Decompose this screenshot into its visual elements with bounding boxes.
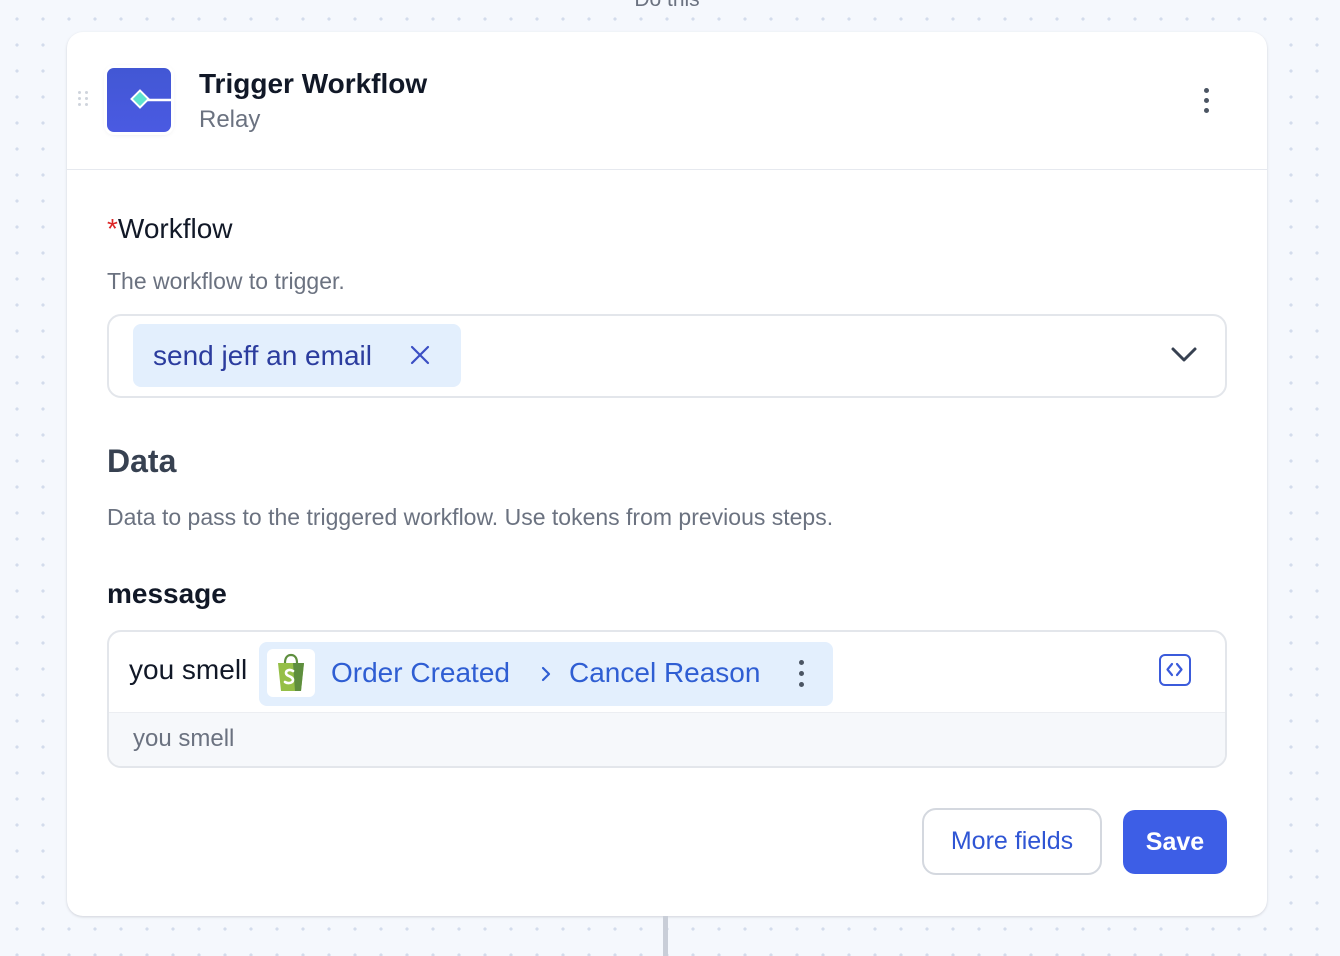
step-card: Trigger Workflow Relay *Workflow The wor… (67, 32, 1267, 916)
selected-workflow-label: send jeff an email (153, 340, 372, 371)
code-toggle-button[interactable] (1159, 654, 1191, 686)
message-preview: you smell (109, 712, 1225, 766)
relay-diamond-icon (130, 89, 171, 109)
workflow-select[interactable]: send jeff an email (107, 314, 1227, 398)
workflow-field-description: The workflow to trigger. (107, 268, 345, 294)
token-pill[interactable]: Order Created Cancel Reason (259, 642, 833, 706)
data-section-heading: Data (107, 443, 177, 479)
chevron-right-icon (539, 664, 553, 684)
shopify-bag-icon (267, 649, 315, 697)
relay-app-icon (107, 68, 171, 132)
message-field-label: message (107, 578, 227, 609)
message-plain-text: you smell (129, 654, 248, 685)
token-menu-button[interactable] (789, 656, 813, 692)
close-icon[interactable] (407, 342, 433, 368)
token-source-label: Order Created (331, 657, 510, 688)
data-section-description: Data to pass to the triggered workflow. … (107, 504, 834, 530)
code-brackets-icon (1166, 662, 1183, 677)
message-preview-text: you smell (133, 725, 235, 752)
more-fields-button[interactable]: More fields (922, 808, 1102, 875)
workflow-label-text: Workflow (117, 213, 233, 244)
required-marker: * (107, 213, 118, 244)
step-label: Do this (0, 0, 1334, 12)
step-title: Trigger Workflow (199, 68, 428, 99)
drag-handle-icon[interactable] (78, 91, 90, 107)
selected-workflow-chip: send jeff an email (133, 324, 461, 387)
token-field-label: Cancel Reason (569, 657, 761, 688)
workflow-field-label: *Workflow (107, 213, 233, 245)
chevron-down-icon[interactable] (1169, 342, 1199, 366)
step-header: Trigger Workflow Relay (67, 32, 1267, 170)
save-button[interactable]: Save (1123, 810, 1227, 874)
message-field: you smell Order Created Cancel Reason yo… (107, 630, 1227, 768)
step-menu-button[interactable] (1191, 82, 1221, 118)
message-input[interactable]: you smell Order Created Cancel Reason (109, 632, 1225, 712)
step-app-name: Relay (199, 106, 261, 133)
flow-connector (663, 916, 668, 956)
